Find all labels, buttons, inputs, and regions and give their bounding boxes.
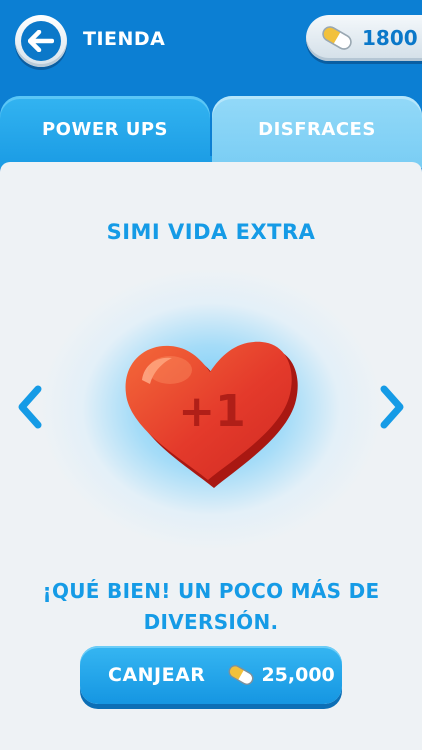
tab-power-ups[interactable]: POWER UPS xyxy=(0,96,210,168)
pill-capsule-icon xyxy=(229,665,254,685)
redeem-label: CANJEAR xyxy=(108,664,206,686)
heart-label: +1 xyxy=(178,386,245,437)
pill-capsule-icon xyxy=(322,26,352,50)
arrow-left-icon xyxy=(28,30,54,52)
store-screen: TIENDA 1800 POWER UPS DISFRACES SIMI VID… xyxy=(0,0,422,750)
back-button-inner xyxy=(21,21,61,61)
previous-item-button[interactable] xyxy=(14,383,46,431)
back-button[interactable] xyxy=(15,15,67,67)
coin-balance-amount: 1800 xyxy=(362,26,418,50)
item-description: ¡QUÉ BIEN! UN POCO MÁS DE DIVERSIÓN. xyxy=(42,579,380,634)
page-title: TIENDA xyxy=(83,28,166,50)
tab-disfraces[interactable]: DISFRACES xyxy=(212,96,422,168)
redeem-button[interactable]: CANJEAR 25,000 xyxy=(80,646,342,704)
redeem-price: 25,000 xyxy=(261,664,335,686)
heart-icon: +1 xyxy=(125,341,298,488)
coin-balance-badge: 1800 xyxy=(306,15,422,61)
next-item-button[interactable] xyxy=(376,383,408,431)
item-title: SIMI VIDA EXTRA xyxy=(106,220,316,244)
